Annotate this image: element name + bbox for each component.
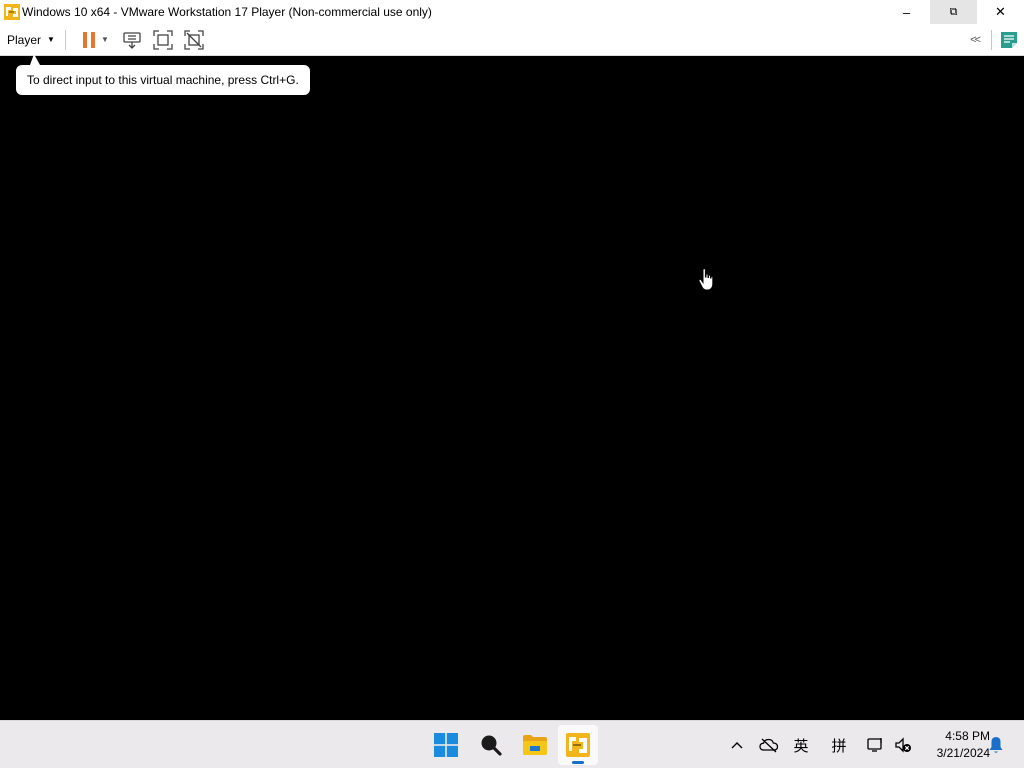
search-button[interactable] <box>471 725 511 765</box>
tooltip-text: To direct input to this virtual machine,… <box>27 73 299 87</box>
clock-time: 4:58 PM <box>945 729 990 743</box>
close-button[interactable]: ✕ <box>977 0 1024 24</box>
full-screen-button[interactable] <box>152 29 174 51</box>
full-screen-icon <box>153 29 173 50</box>
cloud-offline-icon <box>759 738 779 753</box>
pause-button[interactable] <box>78 29 100 51</box>
title-bar: Windows 10 x64 - VMware Workstation 17 P… <box>0 0 1024 24</box>
ime-language-label: 英 <box>793 737 809 755</box>
vmware-player-taskbar-button[interactable] <box>558 725 598 765</box>
minimize-icon: – <box>902 4 911 20</box>
chevron-down-icon: ▼ <box>47 35 55 44</box>
input-hint-tooltip: To direct input to this virtual machine,… <box>16 65 310 95</box>
notes-icon[interactable] <box>1000 31 1018 49</box>
toolbar-divider <box>991 30 992 50</box>
unity-icon <box>184 29 204 50</box>
restore-icon: ⧉ <box>949 5 958 18</box>
network-icon <box>867 738 882 752</box>
player-menu-button[interactable]: Player ▼ <box>7 28 55 52</box>
windows-taskbar: 英 拼 4:58 PM 3/21/2024 <box>0 720 1024 768</box>
player-toolbar: Player ▼ ▼ << <box>0 24 1024 56</box>
windows-start-icon <box>434 733 458 757</box>
window-title: Windows 10 x64 - VMware Workstation 17 P… <box>22 5 432 19</box>
close-icon: ✕ <box>995 4 1006 19</box>
vmware-player-icon <box>566 733 590 757</box>
hand-cursor-icon <box>698 268 714 291</box>
chevron-up-icon <box>731 742 743 749</box>
show-hidden-icons-button[interactable] <box>728 721 746 768</box>
notifications-button[interactable] <box>986 721 1006 768</box>
onedrive-tray-button[interactable] <box>758 721 780 768</box>
minimize-button[interactable]: – <box>883 0 930 24</box>
file-explorer-icon <box>523 735 547 755</box>
collapse-toolbar-icon[interactable]: << <box>970 34 981 46</box>
ime-language-button[interactable]: 英 <box>790 721 812 768</box>
restore-button[interactable]: ⧉ <box>930 0 977 24</box>
send-ctrl-alt-del-button[interactable] <box>121 29 143 51</box>
toolbar-right-group: << <box>970 24 1024 56</box>
taskbar-clock[interactable]: 4:58 PM 3/21/2024 <box>918 728 990 762</box>
unity-button[interactable] <box>183 29 205 51</box>
ime-mode-label: 拼 <box>831 737 847 755</box>
pause-icon <box>82 31 95 48</box>
clock-date: 3/21/2024 <box>936 746 990 760</box>
volume-tray-button[interactable] <box>893 721 913 768</box>
search-icon <box>481 735 502 756</box>
ime-mode-button[interactable]: 拼 <box>828 721 850 768</box>
player-menu-label: Player <box>7 32 42 47</box>
network-tray-button[interactable] <box>866 721 886 768</box>
tooltip-pointer <box>30 54 40 65</box>
file-explorer-button[interactable] <box>515 725 555 765</box>
power-dropdown-icon[interactable]: ▼ <box>101 35 109 44</box>
vm-display[interactable] <box>0 56 1024 720</box>
toolbar-divider <box>64 29 66 50</box>
bell-icon <box>989 737 1003 753</box>
send-ctrl-alt-del-icon <box>123 31 141 49</box>
window-controls: – ⧉ ✕ <box>883 0 1024 24</box>
start-button[interactable] <box>426 725 466 765</box>
volume-muted-icon <box>895 737 911 753</box>
vmware-app-icon[interactable] <box>4 4 20 20</box>
